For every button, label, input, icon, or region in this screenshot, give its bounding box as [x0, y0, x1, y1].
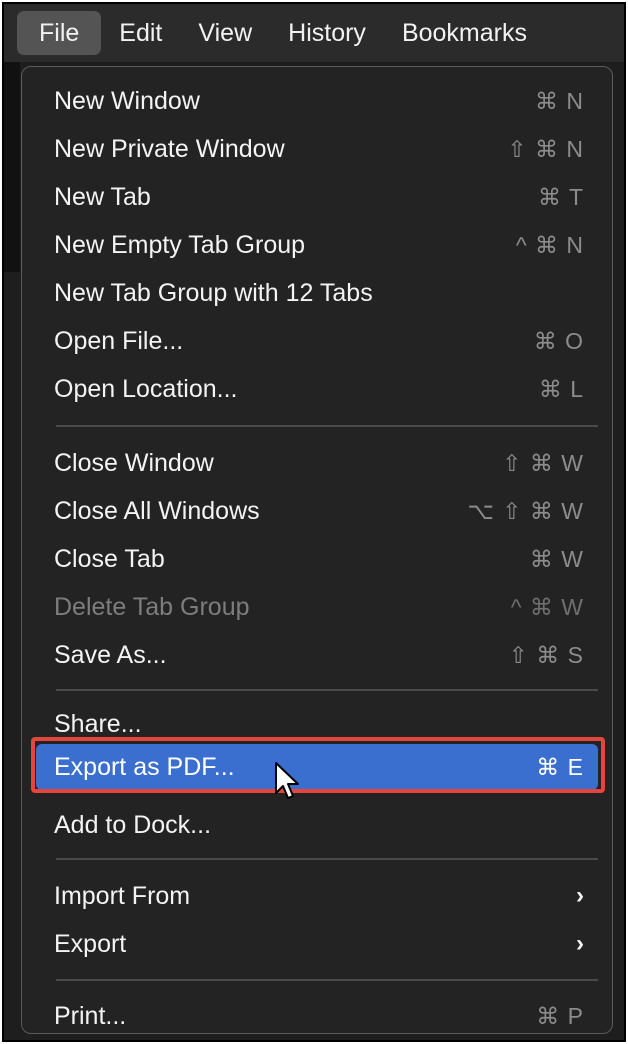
chevron-right-icon: ›	[576, 930, 584, 957]
menu-item-shortcut: ⇧ ⌘ N	[507, 135, 584, 162]
menu-item-export-as-pdf[interactable]: Export as PDF... ⌘ E	[36, 744, 598, 790]
menu-item-shortcut: ⇧ ⌘ S	[508, 641, 584, 668]
menu-item-export[interactable]: Export ›	[36, 921, 598, 967]
menu-item-label: Close All Windows	[54, 496, 260, 525]
menu-item-label: Close Window	[54, 448, 214, 477]
menu-separator	[56, 979, 598, 981]
menubar-history[interactable]: History	[270, 11, 384, 55]
menu-item-add-to-dock[interactable]: Add to Dock...	[36, 802, 598, 848]
menu-item-shortcut: ⌘ W	[529, 545, 584, 572]
menu-item-close-window[interactable]: Close Window ⇧ ⌘ W	[36, 440, 598, 486]
menu-item-share[interactable]: Share...	[36, 701, 598, 747]
menu-item-label: New Tab Group with 12 Tabs	[54, 278, 373, 307]
menu-item-shortcut: ^ ⌘ W	[510, 593, 584, 620]
menu-item-shortcut: ⌘ E	[536, 753, 584, 780]
menu-item-label: Close Tab	[54, 544, 165, 573]
menu-item-shortcut: ^ ⌘ N	[515, 231, 584, 258]
menu-item-import-from[interactable]: Import From ›	[36, 873, 598, 919]
menu-item-new-tab-group-12-tabs[interactable]: New Tab Group with 12 Tabs	[36, 270, 598, 316]
menu-item-label: Open Location...	[54, 374, 238, 403]
menu-item-label: Add to Dock...	[54, 810, 212, 839]
menu-item-shortcut: ⌘ N	[535, 87, 584, 114]
menu-item-delete-tab-group: Delete Tab Group ^ ⌘ W	[36, 584, 598, 630]
menu-item-shortcut: ⌘ P	[536, 1002, 584, 1029]
mouse-pointer-icon	[275, 762, 299, 799]
menu-item-shortcut: ⌘ T	[537, 183, 584, 210]
menu-item-label: New Empty Tab Group	[54, 230, 306, 259]
menu-item-close-tab[interactable]: Close Tab ⌘ W	[36, 536, 598, 582]
menu-item-shortcut: ⇧ ⌘ W	[502, 449, 584, 476]
menu-separator	[56, 858, 598, 860]
menubar-view[interactable]: View	[180, 11, 270, 55]
chevron-right-icon: ›	[576, 882, 584, 909]
menu-item-print[interactable]: Print... ⌘ P	[36, 993, 598, 1039]
menubar-file[interactable]: File	[17, 11, 102, 55]
menu-item-label: Save As...	[54, 640, 167, 669]
file-menu-dropdown: New Window ⌘ N New Private Window ⇧ ⌘ N …	[21, 66, 613, 1034]
menu-item-label: Delete Tab Group	[54, 592, 250, 621]
menu-item-label: New Private Window	[54, 134, 285, 163]
menu-item-label: Export as PDF...	[54, 752, 235, 781]
menu-item-open-location[interactable]: Open Location... ⌘ L	[36, 366, 598, 412]
menu-item-shortcut: ⌘ O	[533, 327, 584, 354]
menu-item-new-window[interactable]: New Window ⌘ N	[36, 78, 598, 124]
background-window-edge	[4, 62, 20, 272]
menu-item-new-private-window[interactable]: New Private Window ⇧ ⌘ N	[36, 126, 598, 172]
menu-separator	[56, 689, 598, 691]
menu-item-shortcut: ⌥ ⇧ ⌘ W	[467, 497, 584, 524]
menu-item-new-empty-tab-group[interactable]: New Empty Tab Group ^ ⌘ N	[36, 222, 598, 268]
menu-item-save-as[interactable]: Save As... ⇧ ⌘ S	[36, 632, 598, 678]
menu-item-new-tab[interactable]: New Tab ⌘ T	[36, 174, 598, 220]
menu-item-label: New Tab	[54, 182, 151, 211]
menu-item-open-file[interactable]: Open File... ⌘ O	[36, 318, 598, 364]
menu-item-label: Import From	[54, 881, 191, 910]
menu-separator	[56, 425, 598, 427]
menu-item-label: New Window	[54, 86, 200, 115]
menubar-bookmarks[interactable]: Bookmarks	[384, 11, 545, 55]
menu-item-label: Print...	[54, 1001, 127, 1030]
menu-bar: File Edit View History Bookmarks	[4, 4, 624, 62]
menu-item-label: Open File...	[54, 326, 184, 355]
menu-item-label: Export	[54, 929, 127, 958]
menu-item-close-all-windows[interactable]: Close All Windows ⌥ ⇧ ⌘ W	[36, 488, 598, 534]
screenshot-frame: File Edit View History Bookmarks New Win…	[2, 2, 626, 1042]
menubar-edit[interactable]: Edit	[101, 11, 180, 55]
menu-item-shortcut: ⌘ L	[538, 375, 584, 402]
menu-item-label: Share...	[54, 709, 142, 738]
